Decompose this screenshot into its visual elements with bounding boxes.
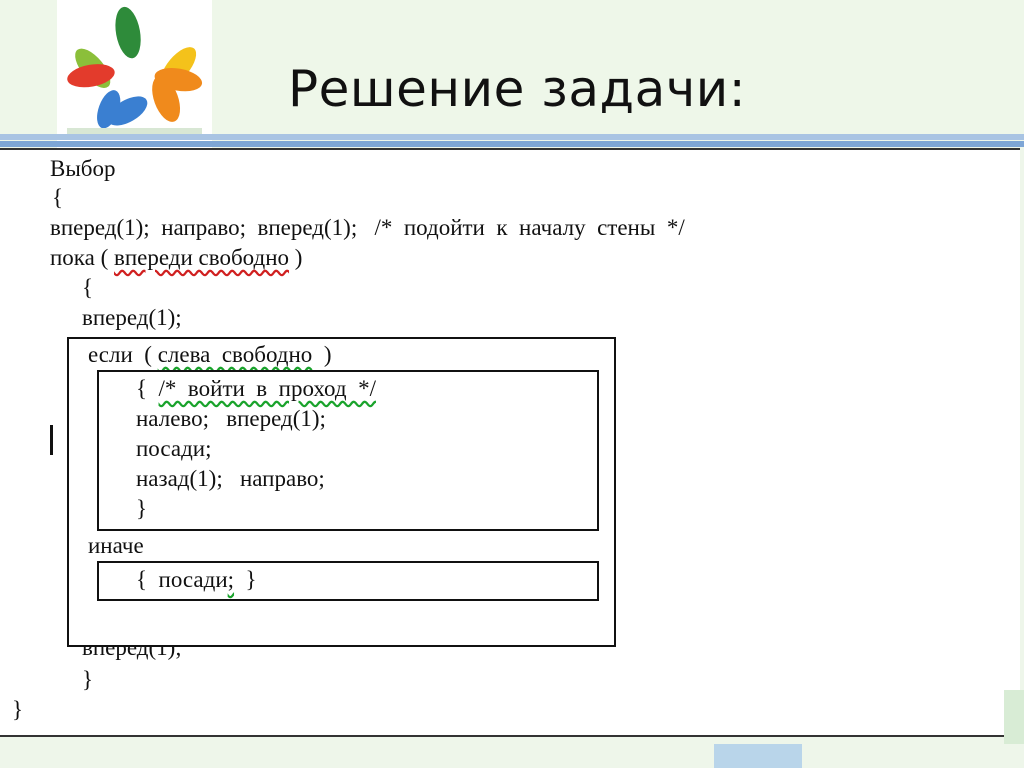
code-token: если ( — [88, 342, 158, 367]
code-line: } — [136, 496, 148, 521]
code-line: назад(1); направо; — [136, 466, 325, 491]
logo — [57, 0, 212, 150]
code-line: { — [82, 275, 94, 300]
code-token: ) — [312, 342, 332, 367]
code-line: } — [82, 667, 94, 692]
slide-footer — [0, 744, 1024, 768]
code-line: пока ( впереди свободно ) — [50, 244, 302, 272]
code-line: вперед(1); направо; вперед(1); /* подойт… — [50, 215, 685, 240]
code-comment: /* войти в проход */ — [158, 376, 376, 401]
code-line: Выбор — [50, 156, 116, 181]
code-line: { посади; } — [136, 566, 257, 594]
header-divider — [0, 134, 1024, 140]
code-token: } — [234, 567, 257, 592]
code-line: если ( слева свободно ) — [88, 341, 331, 369]
code-line: иначе — [88, 533, 144, 558]
code-line: { — [52, 185, 64, 210]
text-cursor — [50, 425, 53, 455]
code-line: { /* войти в проход */ — [136, 375, 376, 403]
code-line: посади; — [136, 436, 212, 461]
footer-accent — [714, 744, 802, 768]
code-token: { посади — [136, 567, 228, 592]
code-token: ) — [289, 245, 303, 270]
header-divider-2 — [0, 141, 1024, 147]
code-line: налево; вперед(1); — [136, 406, 326, 431]
colorful-hands-logo-icon — [67, 6, 203, 134]
code-token: { — [136, 376, 159, 401]
code-line: } — [12, 697, 24, 722]
code-condition: впереди свободно — [114, 245, 290, 270]
code-condition: слева свободно — [157, 342, 313, 367]
corner-accent — [1004, 690, 1024, 744]
code-token: пока ( — [50, 245, 115, 270]
code-line: вперед(1); — [82, 305, 182, 330]
slide-title: Решение задачи: — [288, 60, 747, 118]
